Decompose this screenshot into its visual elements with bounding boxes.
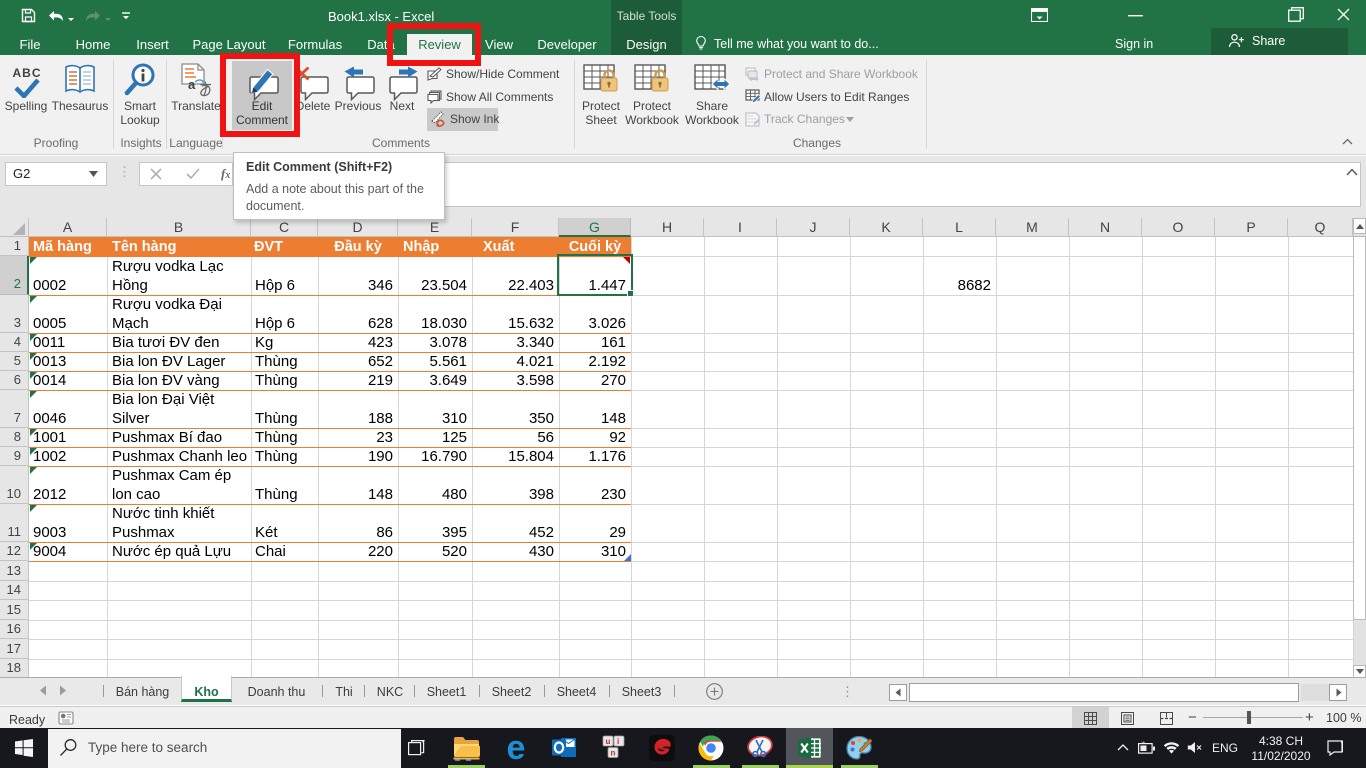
svg-text:u: u xyxy=(606,737,611,746)
svg-text:a: a xyxy=(188,77,196,92)
svg-text:i: i xyxy=(617,737,619,746)
svg-text:n: n xyxy=(611,749,616,758)
